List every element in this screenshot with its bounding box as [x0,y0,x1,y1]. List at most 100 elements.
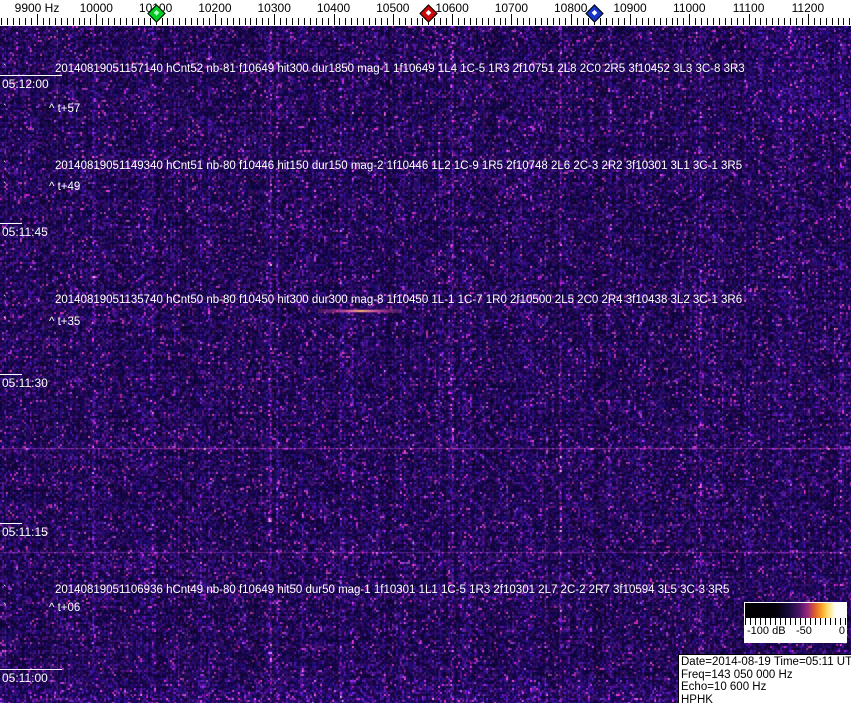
time-axis-tick [0,374,22,375]
freq-tick [517,18,518,25]
freq-tick [464,18,465,25]
freq-tick [357,18,358,25]
freq-tick [7,18,8,25]
freq-tick [689,14,690,25]
freq-tick [565,18,566,25]
freq-tick [298,18,299,25]
event-edge-mark: ` [3,316,7,328]
event-edge-mark: ` [3,181,7,193]
freq-tick [345,18,346,25]
freq-tick [808,14,809,25]
freq-tick [73,18,74,25]
freq-tick [417,18,418,25]
freq-tick [114,18,115,25]
event-time-tag: ^ t+06 [49,602,81,614]
scale-label-max: 0 [838,625,845,637]
freq-tick [511,14,512,25]
freq-tick [446,18,447,25]
freq-tick [37,14,38,25]
time-label: 05:12:00 [2,77,49,91]
freq-tick [731,18,732,25]
freq-tick [256,18,257,25]
freq-tick [221,18,222,25]
frequency-ruler[interactable]: 9900 Hz100001010010200103001040010500106… [0,0,851,26]
freq-tick-label: 10300 [257,1,291,15]
freq-tick [666,18,667,25]
freq-tick [304,18,305,25]
freq-tick [132,18,133,25]
time-label: 05:11:00 [2,671,48,685]
freq-tick [43,18,44,25]
freq-tick [434,18,435,25]
freq-tick [760,18,761,25]
event-log-line: 20140819051106936 hCnt49 nb-80 f10649 hi… [55,584,730,596]
freq-tick [162,18,163,25]
freq-tick [766,18,767,25]
freq-tick [494,18,495,25]
time-label: 05:11:15 [2,525,48,539]
freq-tick [778,18,779,25]
color-gradient-bar [745,603,846,618]
freq-tick [624,18,625,25]
freq-tick [280,18,281,25]
time-label: 05:11:30 [2,376,48,390]
freq-tick [743,18,744,25]
freq-tick-label: 10800 [554,1,588,15]
freq-tick [245,18,246,25]
freq-tick [233,18,234,25]
freq-tick [90,18,91,25]
freq-tick [399,18,400,25]
freq-tick [505,18,506,25]
freq-tick [677,18,678,25]
freq-tick [553,18,554,25]
freq-tick-label: 10900 [613,1,647,15]
event-edge-mark: ` [3,602,7,614]
freq-tick [268,18,269,25]
freq-tick [203,18,204,25]
freq-tick [310,18,311,25]
freq-tick [790,18,791,25]
info-frequency: Freq=143 050 000 Hz [681,668,793,681]
freq-tick [286,18,287,25]
freq-tick-label: 11100 [732,1,765,15]
freq-tick [197,18,198,25]
freq-tick [215,14,216,25]
freq-tick [179,18,180,25]
freq-tick [838,18,839,25]
freq-tick [725,18,726,25]
freq-tick-label: 11200 [791,1,825,15]
event-edge-mark: ` [3,103,7,115]
freq-tick [695,18,696,25]
freq-tick [363,18,364,25]
freq-tick [292,18,293,25]
freq-tick [150,18,151,25]
freq-tick [600,18,601,25]
time-axis-tick [0,523,22,524]
freq-tick [648,18,649,25]
freq-tick [126,18,127,25]
freq-tick [250,18,251,25]
freq-tick [826,18,827,25]
freq-tick [719,18,720,25]
freq-tick [654,18,655,25]
freq-tick [239,18,240,25]
freq-tick [500,18,501,25]
freq-tick [713,18,714,25]
freq-tick [274,14,275,25]
event-time-tag: ^ t+35 [49,316,81,328]
freq-tick [375,18,376,25]
status-info-box: Date=2014-08-19 Time=05:11 UTC Freq=143 … [678,654,851,703]
freq-tick [737,18,738,25]
event-edge-mark: ` [3,160,7,172]
time-axis-tick [0,669,62,670]
freq-tick-label: 10700 [494,1,529,15]
freq-tick [227,18,228,25]
color-scale-ticks [745,618,846,625]
scale-label-mid: -50 [796,625,812,637]
freq-tick-label: 10400 [316,1,351,15]
marker-diamond-green-center [153,9,159,16]
freq-tick [67,18,68,25]
freq-tick [79,18,80,25]
freq-tick [660,18,661,25]
freq-tick [316,18,317,25]
